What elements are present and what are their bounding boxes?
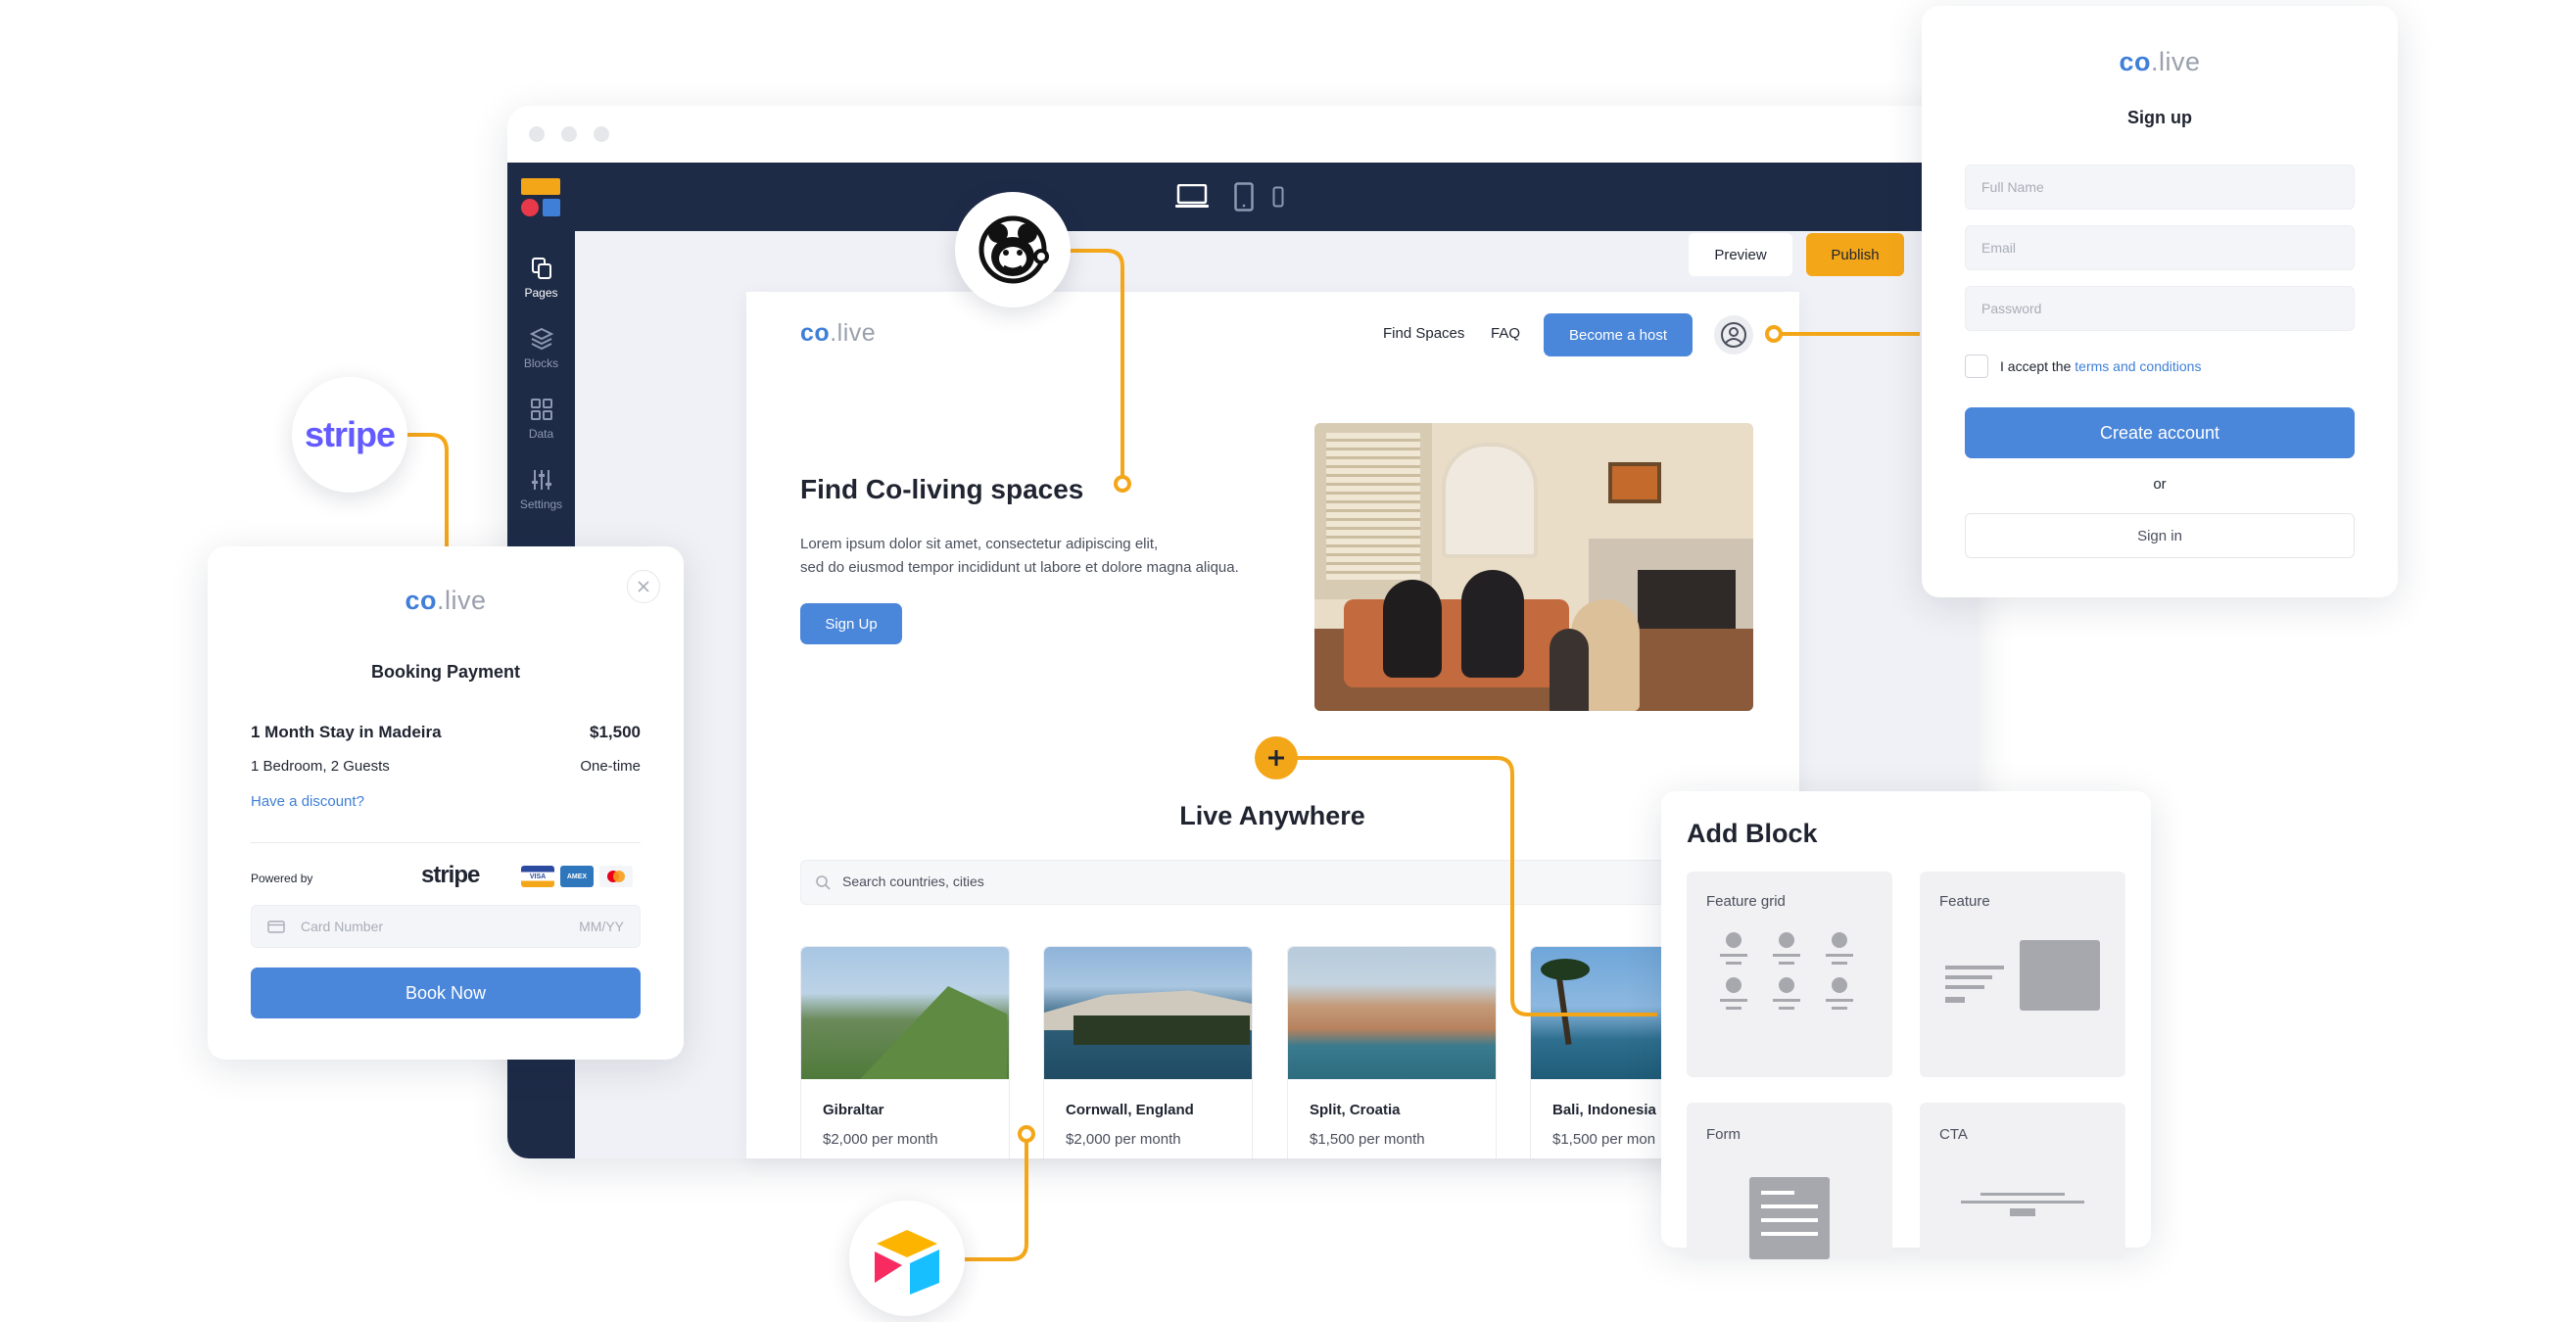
item-detail: 1 Bedroom, 2 Guests <box>251 758 390 775</box>
card-number-placeholder: Card Number <box>301 919 384 934</box>
airtable-connector <box>960 1136 1028 1261</box>
full-name-input[interactable]: Full Name <box>1965 165 2355 210</box>
item-name: 1 Month Stay in Madeira <box>251 723 442 741</box>
stripe-logo-text: stripe <box>304 414 396 454</box>
block-tile-feature[interactable]: Feature <box>1920 872 2125 1077</box>
divider <box>251 842 641 843</box>
item-price: $1,500 <box>590 723 641 741</box>
book-now-button[interactable]: Book Now <box>251 968 641 1018</box>
add-block-title: Add Block <box>1687 819 1818 848</box>
feature-thumbnail-line <box>1945 985 1984 989</box>
card-number-input[interactable]: Card Number MM/YY <box>251 905 641 948</box>
item-frequency: One-time <box>580 758 641 775</box>
payment-title: Booking Payment <box>370 662 521 682</box>
airtable-icon <box>875 1230 939 1295</box>
terms-checkbox[interactable] <box>1965 354 1988 378</box>
signup-panel: co.live Sign up Full Name Email Password… <box>1922 6 2398 597</box>
block-tile-form[interactable]: Form <box>1687 1103 1892 1259</box>
stripe-wordmark: stripe <box>421 862 480 888</box>
stripe-badge[interactable]: stripe <box>292 377 407 493</box>
cta-thumbnail-line <box>1980 1193 2065 1196</box>
discount-link[interactable]: Have a discount? <box>251 793 364 810</box>
email-input[interactable]: Email <box>1965 225 2355 270</box>
feature-thumbnail-image <box>2020 940 2100 1011</box>
add-block-panel: Add Block Feature grid Feature Form CTA <box>1661 791 2151 1259</box>
password-input[interactable]: Password <box>1965 286 2355 331</box>
amex-icon: AMEX <box>560 866 594 887</box>
feature-thumbnail-line <box>1945 975 1992 979</box>
mastercard-icon <box>599 866 633 887</box>
terms-label: I accept the terms and conditions <box>2000 358 2201 374</box>
signup-logo: co.live <box>1922 47 2398 77</box>
block-tile-label: Feature grid <box>1706 893 1786 910</box>
add-block-plus-icon[interactable] <box>1255 736 1298 779</box>
add-block-connector <box>1295 756 1657 1016</box>
logo-live-text: .live <box>2151 47 2201 76</box>
feature-thumbnail-line <box>1945 966 2004 969</box>
or-divider: or <box>2153 476 2167 493</box>
cta-thumbnail-button <box>2010 1208 2035 1216</box>
block-tile-label: CTA <box>1939 1126 1968 1143</box>
terms-prefix: I accept the <box>2000 358 2075 374</box>
powered-by-label: Powered by <box>251 872 313 885</box>
feature-grid-thumbnail <box>1718 932 1865 1030</box>
mailchimp-badge[interactable] <box>955 192 1071 307</box>
expiry-placeholder: MM/YY <box>579 919 624 934</box>
sign-in-button[interactable]: Sign in <box>1965 513 2355 558</box>
credit-card-icon <box>267 921 285 933</box>
logo-co-text: co <box>2119 47 2151 76</box>
visa-icon: VISA <box>521 866 554 887</box>
form-thumbnail <box>1749 1177 1830 1259</box>
airtable-badge[interactable] <box>849 1201 965 1316</box>
mailchimp-icon <box>978 215 1049 284</box>
block-tile-feature-grid[interactable]: Feature grid <box>1687 872 1892 1077</box>
logo-co-text: co <box>405 586 437 615</box>
feature-thumbnail-line <box>1945 997 1965 1003</box>
logo-live-text: .live <box>437 586 487 615</box>
block-tile-cta[interactable]: CTA <box>1920 1103 2125 1259</box>
payment-panel: co.live Booking Payment 1 Month Stay in … <box>208 546 684 1060</box>
signup-title: Sign up <box>2127 108 2192 127</box>
mailchimp-connector <box>1063 249 1124 484</box>
terms-link[interactable]: terms and conditions <box>2075 358 2201 374</box>
block-tile-label: Form <box>1706 1126 1741 1143</box>
cta-thumbnail-line <box>1961 1201 2084 1204</box>
block-tile-label: Feature <box>1939 893 1990 910</box>
payment-logo: co.live <box>208 586 684 616</box>
create-account-button[interactable]: Create account <box>1965 407 2355 458</box>
